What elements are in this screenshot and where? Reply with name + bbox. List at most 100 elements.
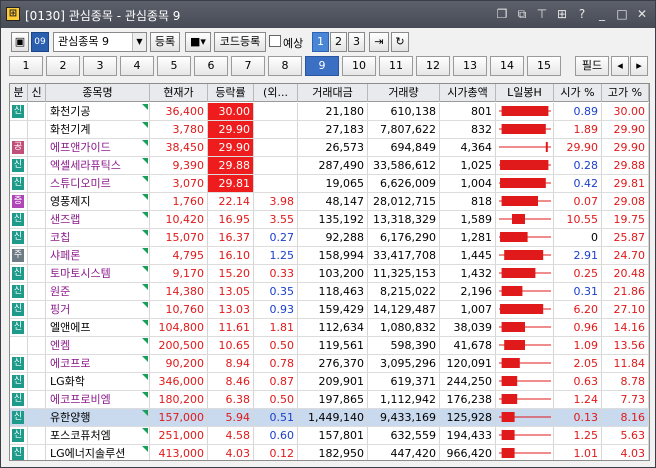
- header-candle[interactable]: L일봉H: [496, 84, 554, 102]
- table-row[interactable]: 신 에코프로비엠 180,200 6.38 0.50 197,865 1,112,942 17…: [10, 391, 649, 409]
- group-number-icon[interactable]: 09: [31, 32, 49, 52]
- page-button-2[interactable]: 2: [330, 32, 347, 52]
- header-volume[interactable]: 거래량: [368, 84, 440, 102]
- tab-5[interactable]: 5: [157, 56, 191, 76]
- stock-name[interactable]: 핑거: [46, 301, 150, 318]
- code-register-button[interactable]: 코드등록: [214, 32, 266, 52]
- table-row[interactable]: 신 화천기공 36,400 30.00 21,180 610,138 801 0.89 30.0…: [10, 103, 649, 121]
- table-row[interactable]: 신 샌즈랩 10,420 16.95 3.55 135,192 13,318,329 1,58…: [10, 211, 649, 229]
- stock-name[interactable]: LG에너지솔루션: [46, 445, 150, 460]
- title-bar[interactable]: ⊞ [0130] 관심종목 - 관심종목 9 ❐ ⧉ ⊤ ⊞ ? _ □ ✕: [1, 1, 655, 28]
- header-amount[interactable]: 거래대금: [298, 84, 368, 102]
- screen-icon[interactable]: ▣: [11, 32, 29, 52]
- high-rate: 29.81: [602, 175, 649, 192]
- header-high[interactable]: 고가 %: [602, 84, 649, 102]
- chevron-right-icon[interactable]: ▸: [630, 56, 648, 76]
- table-row[interactable]: 신 엑셀세라퓨틱스 9,390 29.88 287,490 33,586,612 1,025…: [10, 157, 649, 175]
- table-row[interactable]: 신 LG화학 346,000 8.46 0.87 209,901 619,371 244,25…: [10, 373, 649, 391]
- stock-name[interactable]: 에코프로: [46, 355, 150, 372]
- table-row[interactable]: 신 에코프로 90,200 8.94 0.78 276,370 3,095,296 120,0…: [10, 355, 649, 373]
- link-icon[interactable]: ⧉: [513, 6, 531, 23]
- flag-triangle-icon: [142, 446, 148, 452]
- header-foreign[interactable]: (외...: [254, 84, 298, 102]
- candle-chart: [499, 232, 551, 242]
- table-row[interactable]: 신 엘앤에프 104,800 11.61 1.81 112,634 1,080,832 38,…: [10, 319, 649, 337]
- stock-name[interactable]: 스튜디오미르: [46, 175, 150, 192]
- tab-9[interactable]: 9: [305, 56, 339, 76]
- high-rate: 27.10: [602, 301, 649, 318]
- tab-7[interactable]: 7: [231, 56, 265, 76]
- header-type[interactable]: 분: [10, 84, 28, 102]
- reserve-checkbox[interactable]: [269, 35, 281, 47]
- table-row[interactable]: 신 유한양행 157,000 5.94 0.51 1,449,140 9,433,169 12…: [10, 409, 649, 427]
- tab-14[interactable]: 14: [490, 56, 524, 76]
- stock-name[interactable]: 에코프로비엠: [46, 391, 150, 408]
- table-row[interactable]: 공 에프앤가이드 38,450 29.90 26,573 694,849 4,364 29.9…: [10, 139, 649, 157]
- close-icon[interactable]: ✕: [633, 6, 651, 23]
- tab-6[interactable]: 6: [194, 56, 228, 76]
- header-credit[interactable]: 신: [28, 84, 46, 102]
- page-button-3[interactable]: 3: [348, 32, 365, 52]
- tab-3[interactable]: 3: [83, 56, 117, 76]
- tab-13[interactable]: 13: [453, 56, 487, 76]
- table-row[interactable]: 신 코칩 15,070 16.37 0.27 92,288 6,176,290 1,281 0 2…: [10, 229, 649, 247]
- stock-name[interactable]: 에프앤가이드: [46, 139, 150, 156]
- table-row[interactable]: 화천기계 3,780 29.90 27,183 7,807,622 832 1.89 29.9…: [10, 121, 649, 139]
- current-price: 38,450: [150, 139, 208, 156]
- tab-10[interactable]: 10: [342, 56, 376, 76]
- stock-name[interactable]: 샤페론: [46, 247, 150, 264]
- foreign-rate: 0.51: [254, 409, 298, 426]
- header-open[interactable]: 시가 %: [554, 84, 602, 102]
- table-row[interactable]: 신 포스코퓨처엠 251,000 4.58 0.60 157,801 632,559 194,…: [10, 427, 649, 445]
- stock-name[interactable]: 샌즈랩: [46, 211, 150, 228]
- tab-2[interactable]: 2: [46, 56, 80, 76]
- high-rate: 7.73: [602, 391, 649, 408]
- table-row[interactable]: 신 LG에너지솔루션 413,000 4.03 0.12 182,950 447,420 96…: [10, 445, 649, 460]
- refresh-icon[interactable]: ↻: [391, 32, 409, 52]
- grid-layout-icon[interactable]: ⊞: [553, 6, 571, 23]
- tab-8[interactable]: 8: [268, 56, 302, 76]
- stock-name[interactable]: 토마토시스템: [46, 265, 150, 282]
- table-row[interactable]: 신 토마토시스템 9,170 15.20 0.33 103,200 11,325,153 1,…: [10, 265, 649, 283]
- table-row[interactable]: 신 핑거 10,760 13.03 0.93 159,429 14,129,487 1,007…: [10, 301, 649, 319]
- stock-name[interactable]: 원준: [46, 283, 150, 300]
- tab-11[interactable]: 11: [379, 56, 413, 76]
- stock-name[interactable]: 화천기공: [46, 103, 150, 120]
- candle-body: [500, 304, 544, 314]
- table-row[interactable]: 엔켐 200,500 10.65 0.50 119,561 598,390 41,678 1.…: [10, 337, 649, 355]
- stock-name[interactable]: LG화학: [46, 373, 150, 390]
- stock-name[interactable]: 엑셀세라퓨틱스: [46, 157, 150, 174]
- field-button[interactable]: 필드: [575, 56, 609, 76]
- restore-icon[interactable]: ❐: [493, 6, 511, 23]
- page-button-1[interactable]: 1: [312, 32, 329, 52]
- stock-name[interactable]: 포스코퓨처엠: [46, 427, 150, 444]
- table-row[interactable]: 신 스튜디오미르 3,070 29.81 19,065 6,626,009 1,004 0.4…: [10, 175, 649, 193]
- tab-1[interactable]: 1: [9, 56, 43, 76]
- tab-12[interactable]: 12: [416, 56, 450, 76]
- stock-name[interactable]: 엘앤에프: [46, 319, 150, 336]
- help-icon[interactable]: ?: [573, 6, 591, 23]
- stock-name[interactable]: 코칩: [46, 229, 150, 246]
- group-select[interactable]: 관심종목 9 ▼: [53, 32, 147, 52]
- stock-name[interactable]: 유한양행: [46, 409, 150, 426]
- stock-name[interactable]: 엔켐: [46, 337, 150, 354]
- tab-4[interactable]: 4: [120, 56, 154, 76]
- header-cap[interactable]: 시가총액: [440, 84, 496, 102]
- maximize-icon[interactable]: □: [613, 6, 631, 23]
- pin-icon[interactable]: ⊤: [533, 6, 551, 23]
- color-square-button[interactable]: ■▾: [185, 32, 211, 52]
- register-button[interactable]: 등록: [150, 32, 180, 52]
- header-rate[interactable]: 등락률: [208, 84, 254, 102]
- header-price[interactable]: 현재가: [150, 84, 208, 102]
- tab-15[interactable]: 15: [527, 56, 561, 76]
- stock-name[interactable]: 영풍제지: [46, 193, 150, 210]
- chevron-left-icon[interactable]: ◂: [611, 56, 629, 76]
- table-row[interactable]: 증 영풍제지 1,760 22.14 3.98 48,147 28,012,715 818 0.…: [10, 193, 649, 211]
- table-row[interactable]: 주 샤페론 4,795 16.10 1.25 158,994 33,417,708 1,445…: [10, 247, 649, 265]
- stock-name[interactable]: 화천기계: [46, 121, 150, 138]
- header-name[interactable]: 종목명: [46, 84, 150, 102]
- export-icon[interactable]: ⇥: [369, 32, 389, 52]
- chevron-down-icon[interactable]: ▼: [132, 33, 146, 51]
- minimize-icon[interactable]: _: [593, 6, 611, 23]
- table-row[interactable]: 신 원준 14,380 13.05 0.35 118,463 8,215,022 2,196 0…: [10, 283, 649, 301]
